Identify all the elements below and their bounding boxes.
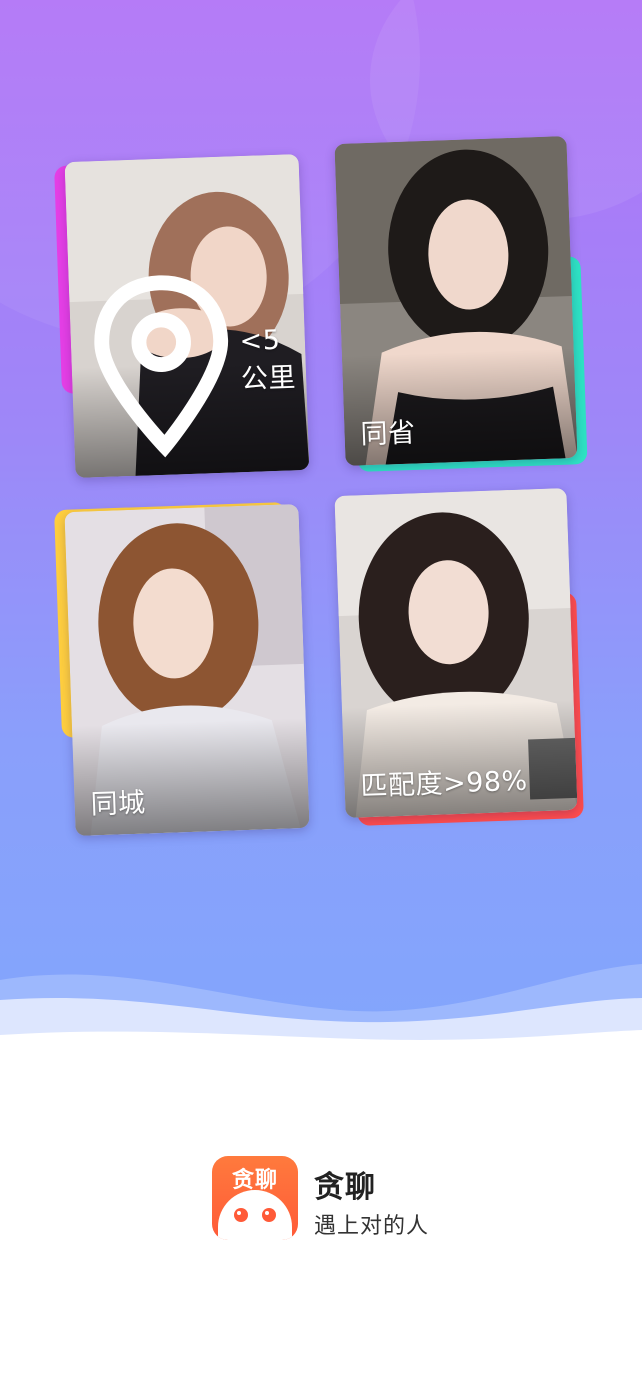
card-match-rate[interactable]: 匹配度>98% (334, 486, 586, 826)
card-tag: 匹配度>98% (360, 759, 528, 804)
app-slogan: 遇上对的人 (314, 1214, 430, 1239)
card-label: <5公里 (239, 325, 297, 396)
card-tag: <5公里 (84, 263, 309, 464)
profile-photo[interactable]: 同城 (64, 504, 310, 836)
app-name: 贪聊 (314, 1170, 376, 1205)
app-logo-face (218, 1190, 292, 1240)
brand-block: 贪聊 贪聊 遇上对的人 (212, 1156, 472, 1242)
hero-background: <5公里 同省 同城 匹配度>98% (0, 0, 642, 1060)
wave-divider (0, 964, 642, 1060)
location-pin-icon (94, 275, 229, 458)
profile-photo[interactable]: <5公里 (64, 154, 310, 478)
eye-icon (234, 1208, 248, 1222)
eye-icon (262, 1208, 276, 1222)
app-logo-icon: 贪聊 (212, 1156, 298, 1240)
card-tag: 同城 (90, 781, 146, 822)
card-same-province[interactable]: 同省 (334, 134, 588, 472)
card-label: 同城 (90, 787, 147, 821)
profile-photo[interactable]: 同省 (334, 136, 578, 466)
profile-photo[interactable]: 匹配度>98% (334, 488, 578, 818)
card-nearby[interactable]: <5公里 (54, 148, 310, 478)
card-label: 同省 (360, 417, 417, 451)
card-label: 匹配度>98% (360, 765, 529, 803)
card-same-city[interactable]: 同城 (54, 494, 310, 836)
card-tag: 同省 (360, 411, 416, 452)
